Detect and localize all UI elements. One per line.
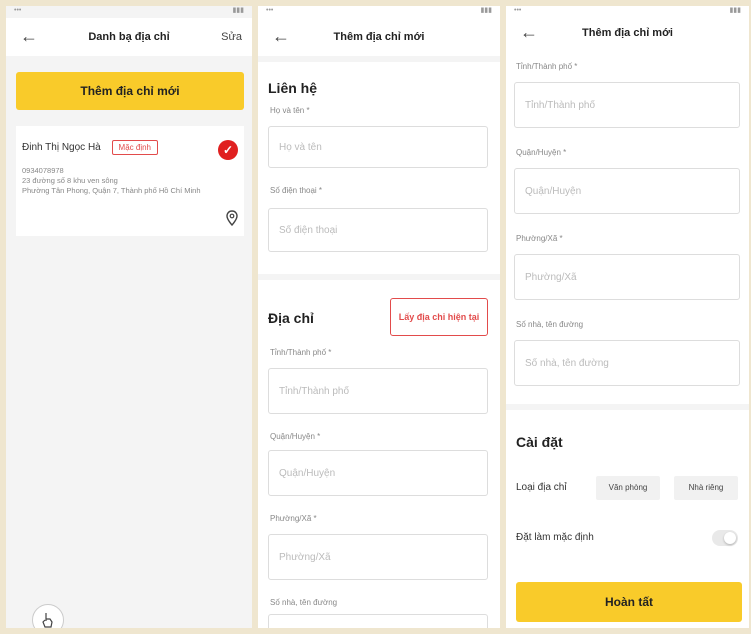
back-arrow-icon[interactable]: ← (272, 26, 290, 46)
address-line-2: Phường Tân Phong, Quận 7, Thành phố Hồ C… (22, 186, 201, 195)
street-label: Số nhà, tên đường (516, 320, 584, 329)
check-circle-icon: ✓ (218, 140, 238, 160)
province-select[interactable]: Tỉnh/Thành phố (268, 368, 488, 414)
district-label: Quận/Huyện * (516, 148, 567, 157)
edit-button[interactable]: Sửa (221, 31, 242, 43)
status-bar: ••• ▮▮▮ (266, 7, 492, 14)
hand-cursor-button[interactable] (32, 604, 64, 628)
district-select[interactable]: Quận/Huyện (268, 450, 488, 496)
contact-section-title: Liên hệ (268, 80, 318, 96)
contact-phone: 0934078978 (22, 166, 64, 175)
province-label: Tỉnh/Thành phố * (516, 62, 578, 71)
district-select[interactable]: Quận/Huyện (514, 168, 740, 214)
district-label: Quận/Huyện * (270, 432, 321, 441)
hand-cursor-icon (42, 613, 53, 628)
province-label: Tỉnh/Thành phố * (270, 348, 332, 357)
add-address-button[interactable]: Thêm địa chỉ mới (16, 72, 244, 110)
province-select[interactable]: Tỉnh/Thành phố (514, 82, 740, 128)
location-pin-icon[interactable] (226, 210, 238, 226)
street-label: Số nhà, tên đường (270, 598, 338, 607)
street-field[interactable] (268, 614, 488, 628)
page-title: Thêm địa chỉ mới (582, 27, 673, 39)
divider (258, 56, 500, 62)
address-book-screen: ••• ▮▮▮ ← Danh bạ địa chỉ Sửa Thêm địa ch… (6, 6, 252, 628)
phone-label: Số điện thoại * (270, 186, 323, 195)
street-field[interactable]: Số nhà, tên đường (514, 340, 740, 386)
navbar: ← Danh bạ địa chỉ Sửa (6, 18, 252, 56)
back-arrow-icon[interactable]: ← (520, 22, 538, 42)
name-label: Họ và tên * (270, 106, 310, 115)
name-field[interactable]: Họ và tên (268, 126, 488, 168)
ward-select[interactable]: Phường/Xã (514, 254, 740, 300)
type-office-chip[interactable]: Văn phòng (596, 476, 660, 500)
address-card[interactable]: Đinh Thị Ngọc Hà Mặc định ✓ 0934078978 2… (16, 126, 244, 236)
ward-label: Phường/Xã * (516, 234, 563, 243)
status-bar: ••• ▮▮▮ (514, 7, 741, 14)
phone-field[interactable]: Số điện thoại (268, 208, 488, 252)
status-bar: ••• ▮▮▮ (14, 7, 244, 14)
divider (506, 404, 749, 410)
address-line-1: 23 đường số 8 khu ven sông (22, 176, 118, 185)
navbar: ← Thêm địa chỉ mới (258, 18, 500, 56)
address-type-label: Loại địa chỉ (516, 482, 567, 493)
add-address-screen-bottom: ••• ▮▮▮ ← Thêm địa chỉ mới Tỉnh/Thành phố… (506, 6, 749, 628)
add-address-screen-top: ••• ▮▮▮ ← Thêm địa chỉ mới Liên hệ Họ và … (258, 6, 500, 628)
page-title: Thêm địa chỉ mới (333, 31, 425, 43)
type-home-chip[interactable]: Nhà riêng (674, 476, 738, 500)
settings-section-title: Cài đặt (516, 434, 563, 450)
get-current-location-button[interactable]: Lấy địa chỉ hiện tại (390, 298, 488, 336)
set-default-label: Đặt làm mặc định (516, 532, 594, 543)
divider (258, 274, 500, 280)
ward-label: Phường/Xã * (270, 514, 317, 523)
navbar: ← Thêm địa chỉ mới (506, 18, 749, 48)
done-button[interactable]: Hoàn tất (516, 582, 742, 622)
set-default-toggle[interactable] (712, 530, 738, 546)
back-arrow-icon[interactable]: ← (20, 26, 38, 46)
page-title: Danh bạ địa chỉ (88, 31, 170, 43)
default-badge: Mặc định (111, 140, 158, 155)
ward-select[interactable]: Phường/Xã (268, 534, 488, 580)
contact-name: Đinh Thị Ngọc Hà (22, 142, 101, 154)
address-section-title: Địa chỉ (268, 310, 314, 326)
